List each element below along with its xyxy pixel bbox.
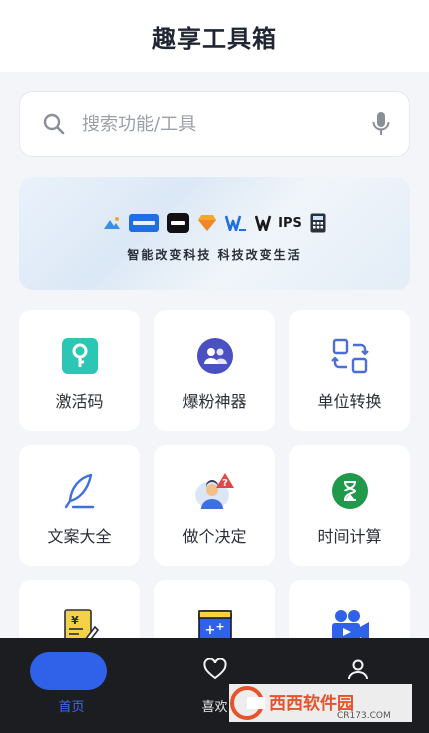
feather-icon — [19, 471, 140, 511]
profile-icon — [286, 658, 429, 680]
search-input[interactable] — [82, 113, 353, 135]
key-icon — [19, 336, 140, 376]
search-bar[interactable] — [19, 91, 410, 157]
svg-text:+: + — [215, 620, 224, 633]
tool-label: 做个决定 — [182, 527, 247, 546]
video-logo-icon — [167, 213, 190, 233]
page-title: 趣享工具箱 — [152, 24, 277, 53]
tool-fan-booster[interactable]: 爆粉神器 — [154, 310, 275, 431]
tool-activation-code[interactable]: 激活码 — [19, 310, 140, 431]
search-icon — [26, 91, 82, 157]
tool-copywriting[interactable]: 文案大全 — [19, 445, 140, 566]
tool-label: 单位转换 — [317, 392, 382, 411]
calculator-logo-icon — [310, 213, 326, 233]
microphone-icon[interactable] — [353, 91, 409, 157]
tool-make-decision[interactable]: ? 做个决定 — [154, 445, 275, 566]
active-tab-indicator — [30, 652, 107, 690]
tool-unit-converter[interactable]: 单位转换 — [289, 310, 410, 431]
svg-text:?: ? — [222, 478, 228, 489]
tool-label: 文案大全 — [47, 527, 112, 546]
wps-w-logo-icon — [225, 213, 247, 233]
wps-logo: IPS — [255, 213, 302, 233]
banner-logos: IPS — [19, 213, 410, 233]
tool-label: 爆粉神器 — [182, 392, 247, 411]
svg-text:+: + — [204, 623, 215, 638]
users-icon — [154, 336, 275, 376]
hourglass-icon — [289, 471, 410, 511]
app-header: 趣享工具箱 — [0, 0, 429, 72]
svg-text:¥: ¥ — [71, 614, 79, 627]
watermark-sub: CR173.COM — [337, 711, 391, 721]
image-compress-logo-icon — [129, 213, 160, 233]
promo-banner[interactable]: IPS 智能改变科技 科技改变生活 — [19, 177, 410, 290]
watermark-logo: 西西软件园 CR173.COM — [229, 684, 412, 722]
image-logo-icon — [103, 213, 121, 233]
wps-logo-text: IPS — [278, 215, 302, 231]
tool-label: 激活码 — [55, 392, 104, 411]
tab-home[interactable]: 首页 — [0, 638, 143, 733]
decision-icon: ? — [154, 471, 275, 511]
banner-tagline: 智能改变科技 科技改变生活 — [127, 248, 302, 262]
tool-time-calculator[interactable]: 时间计算 — [289, 445, 410, 566]
convert-icon — [289, 336, 410, 376]
tab-label: 首页 — [58, 700, 85, 715]
heart-icon — [143, 658, 286, 680]
diamond-logo-icon — [197, 213, 217, 233]
tool-label: 时间计算 — [317, 527, 382, 546]
